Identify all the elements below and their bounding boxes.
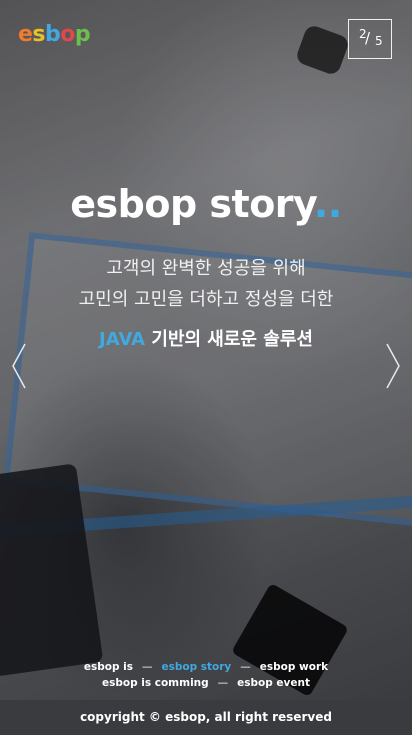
prev-slide-button[interactable] xyxy=(10,342,28,390)
nav-esbop-story[interactable]: esbop story xyxy=(161,661,231,673)
page-title: esbop story.. xyxy=(0,182,412,226)
slide-nav-row-1: esbop is — esbop story — esbop work xyxy=(0,661,412,673)
nav-separator: — xyxy=(240,661,251,673)
footer: copyright © esbop, all right reserved xyxy=(0,700,412,733)
esbop-logo[interactable]: esbop xyxy=(18,22,91,47)
subtitle-line-1: 고객의 완벽한 성공을 위해 xyxy=(106,258,306,279)
chevron-right-icon xyxy=(386,343,400,389)
title-text: esbop story xyxy=(70,182,314,226)
slide-total: 5 xyxy=(375,34,383,48)
slide-nav-row-2: esbop is comming — esbop event xyxy=(0,677,412,689)
logo-letter: e xyxy=(18,22,33,47)
next-slide-button[interactable] xyxy=(384,342,402,390)
nav-esbop-event[interactable]: esbop event xyxy=(237,677,310,689)
nav-separator: — xyxy=(217,677,229,689)
logo-letter: s xyxy=(32,22,46,47)
slide-separator: / xyxy=(365,29,371,47)
highlight-java: JAVA xyxy=(99,329,146,350)
slide-counter: 2 / 5 xyxy=(348,19,392,59)
title-dots: .. xyxy=(313,182,342,226)
logo-letter: o xyxy=(60,22,75,47)
nav-esbop-is[interactable]: esbop is xyxy=(84,661,133,673)
highlight-line: JAVA 기반의 새로운 솔루션 xyxy=(0,325,412,351)
subtitle-line-2: 고민의 고민을 더하고 정성을 더한 xyxy=(78,289,334,310)
logo-letter: b xyxy=(45,22,61,47)
logo-letter: p xyxy=(74,22,91,47)
nav-esbop-work[interactable]: esbop work xyxy=(260,661,328,673)
nav-separator: — xyxy=(141,661,153,673)
chevron-left-icon xyxy=(12,343,26,389)
nav-esbop-is-comming[interactable]: esbop is comming xyxy=(102,677,209,689)
hero-slide: esbop 2 / 5 esbop story.. 고객의 완벽한 성공을 위해… xyxy=(0,0,412,700)
copyright-text: copyright © esbop, all right reserved xyxy=(80,710,332,724)
highlight-rest: 기반의 새로운 솔루션 xyxy=(145,329,313,350)
